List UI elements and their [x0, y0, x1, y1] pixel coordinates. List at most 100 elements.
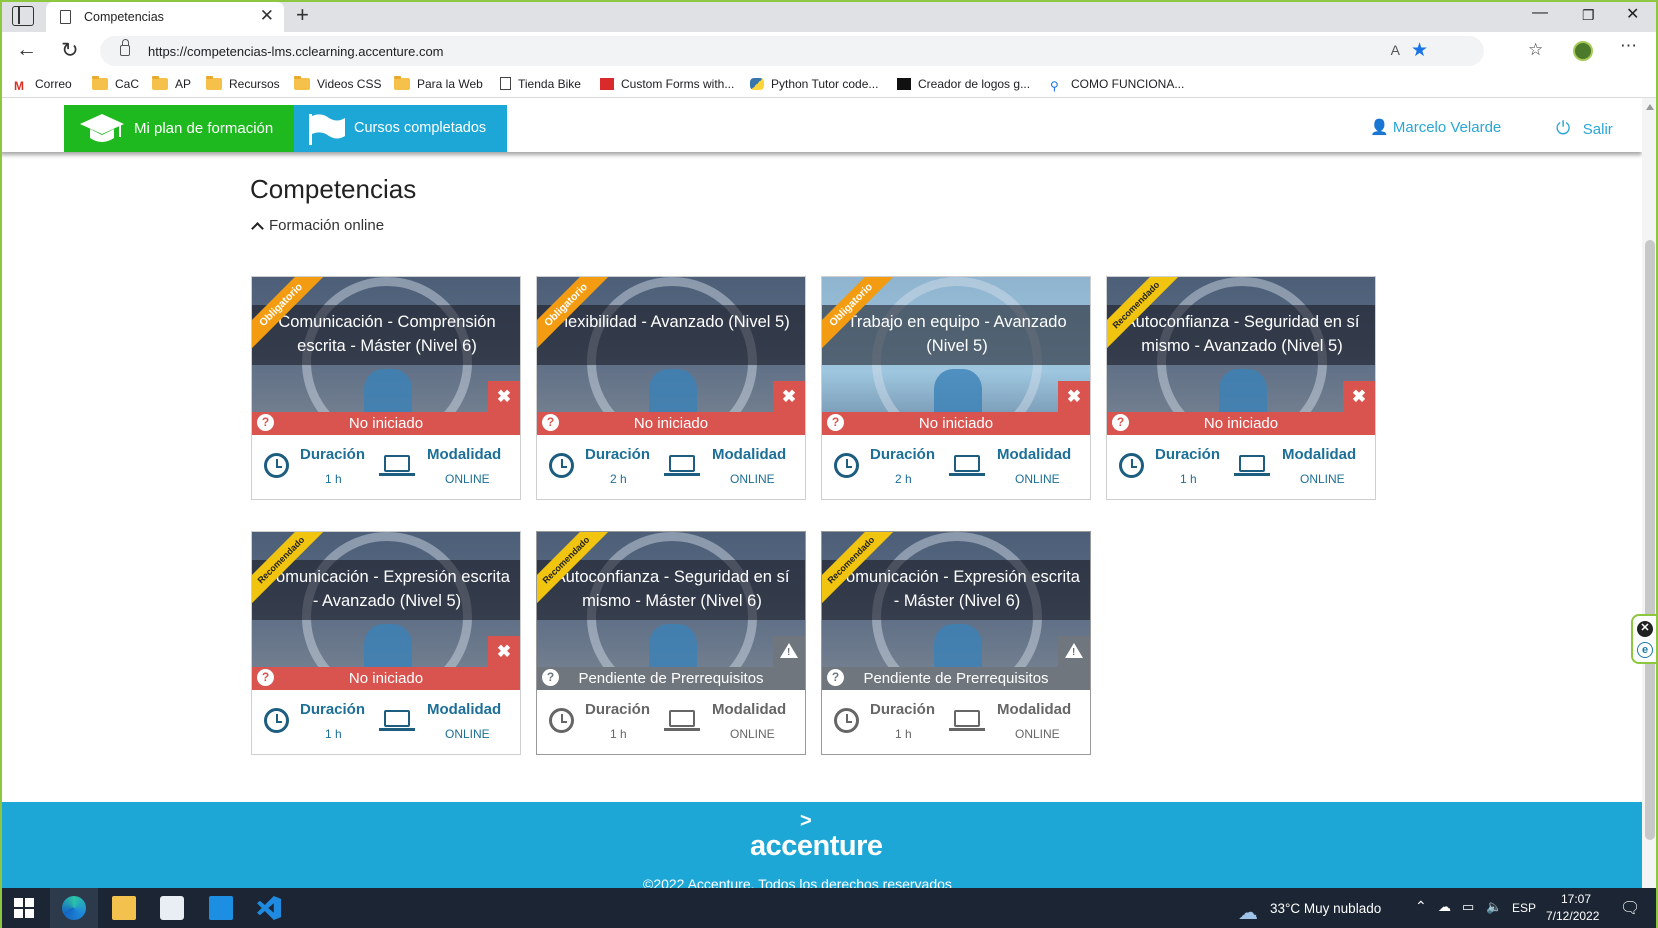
bookmark-videos-css[interactable]: Videos CSS: [294, 76, 381, 91]
windows-start-icon[interactable]: [12, 896, 36, 920]
file-explorer-icon[interactable]: [112, 896, 136, 920]
help-question-icon[interactable]: ?: [257, 414, 274, 431]
bookmark-custom-forms[interactable]: Custom Forms with...: [600, 77, 734, 91]
help-question-icon[interactable]: ?: [542, 669, 559, 686]
bookmark-tienda-bike[interactable]: Tienda Bike: [500, 77, 581, 91]
course-image[interactable]: Flexibilidad - Avanzado (Nivel 5) Obligat…: [537, 277, 805, 435]
help-question-icon[interactable]: ?: [542, 414, 559, 431]
favorite-star-icon[interactable]: ★: [1411, 39, 1428, 62]
back-icon[interactable]: ←: [16, 38, 37, 62]
help-question-icon[interactable]: ?: [827, 414, 844, 431]
clock-date[interactable]: 7/12/2022: [1546, 909, 1599, 923]
modality-label: Modalidad: [712, 701, 787, 718]
course-title[interactable]: Comunicación - Expresión escrita - Máste…: [832, 565, 1082, 613]
mail-icon[interactable]: [209, 896, 233, 920]
course-card[interactable]: Comunicación - Expresión escrita - Avanz…: [251, 531, 521, 755]
course-title[interactable]: Comunicación - Expresión escrita - Avanz…: [262, 565, 512, 613]
page-scrollbar[interactable]: [1642, 98, 1658, 888]
remove-course-button[interactable]: ✖: [1343, 381, 1375, 412]
bookmark-python-tutor[interactable]: Python Tutor code...: [750, 77, 878, 91]
scroll-thumb[interactable]: [1645, 240, 1655, 840]
notifications-icon[interactable]: 🗨: [1620, 898, 1640, 918]
window-close-icon[interactable]: ✕: [1626, 4, 1639, 24]
remove-course-button[interactable]: ✖: [488, 636, 520, 667]
tab-actions-icon[interactable]: [12, 6, 34, 26]
volume-icon[interactable]: 🔈: [1486, 899, 1502, 915]
warning-icon[interactable]: [1058, 636, 1090, 667]
profile-avatar[interactable]: [1573, 41, 1593, 61]
warning-icon[interactable]: [773, 636, 805, 667]
help-question-icon[interactable]: ?: [827, 669, 844, 686]
nav-mi-plan[interactable]: Mi plan de formación: [64, 105, 294, 152]
bookmark-ap[interactable]: AP: [152, 76, 191, 91]
lock-icon[interactable]: [120, 39, 130, 56]
taskbar-edge-active[interactable]: [50, 888, 98, 928]
bookmark-recursos[interactable]: Recursos: [206, 76, 280, 91]
laptop-icon: [949, 455, 985, 476]
browser-tab[interactable]: Competencias ✕: [46, 2, 284, 32]
clock-time[interactable]: 17:07: [1561, 892, 1591, 906]
course-card[interactable]: Comunicación - Comprensión escrita - Más…: [251, 276, 521, 500]
course-title[interactable]: Trabajo en equipo - Avanzado (Nivel 5): [832, 310, 1082, 358]
section-toggle[interactable]: Formación online: [250, 217, 384, 235]
course-image[interactable]: Trabajo en equipo - Avanzado (Nivel 5) Ob…: [822, 277, 1090, 435]
bookmark-cac[interactable]: CaC: [92, 76, 139, 91]
bookmark-para-la-web[interactable]: Para la Web: [394, 76, 483, 91]
nav-cursos-completados[interactable]: Cursos completados: [294, 105, 507, 152]
url-bar[interactable]: https://competencias-lms.cclearning.acce…: [100, 36, 1484, 66]
course-title[interactable]: Autoconfianza - Seguridad en sí mismo - …: [547, 565, 797, 613]
url-text[interactable]: https://competencias-lms.cclearning.acce…: [148, 44, 444, 59]
remove-course-button[interactable]: ✖: [773, 381, 805, 412]
remove-course-button[interactable]: ✖: [1058, 381, 1090, 412]
help-question-icon[interactable]: ?: [1112, 414, 1129, 431]
course-image[interactable]: Comunicación - Comprensión escrita - Más…: [252, 277, 520, 435]
course-image[interactable]: Comunicación - Expresión escrita - Máste…: [822, 532, 1090, 690]
vscode-icon[interactable]: [257, 896, 281, 920]
course-card[interactable]: Autoconfianza - Seguridad en sí mismo - …: [1106, 276, 1376, 500]
edge-e-icon[interactable]: e: [1637, 642, 1653, 658]
course-image[interactable]: Autoconfianza - Seguridad en sí mismo - …: [1107, 277, 1375, 435]
weather-cloud-icon[interactable]: ☁: [1238, 900, 1258, 925]
user-name: Marcelo Velarde: [1392, 119, 1502, 136]
restore-icon[interactable]: ❐: [1582, 7, 1595, 24]
network-icon[interactable]: ▭: [1462, 899, 1474, 915]
tray-chevron-icon[interactable]: ⌃: [1415, 898, 1427, 915]
bookmark-creador-logos[interactable]: Creador de logos g...: [897, 77, 1030, 91]
user-menu[interactable]: 👤 Marcelo Velarde: [1370, 118, 1501, 136]
user-icon: 👤: [1370, 119, 1389, 136]
more-menu-icon[interactable]: ⋯: [1620, 36, 1637, 56]
new-tab-icon[interactable]: +: [296, 2, 309, 28]
close-tab-icon[interactable]: ✕: [260, 6, 274, 26]
help-question-icon[interactable]: ?: [257, 669, 274, 686]
remove-course-button[interactable]: ✖: [488, 381, 520, 412]
laptop-icon: [379, 455, 415, 476]
course-image[interactable]: Comunicación - Expresión escrita - Avanz…: [252, 532, 520, 690]
store-icon[interactable]: [160, 896, 184, 920]
close-circle-icon[interactable]: ✕: [1637, 621, 1653, 637]
minimize-icon[interactable]: —: [1532, 4, 1548, 22]
logout-button[interactable]: ⏻ Salir: [1556, 118, 1613, 139]
bookmark-correo[interactable]: M Correo: [14, 77, 72, 93]
input-language[interactable]: ESP: [1512, 901, 1536, 915]
course-details: Duración 1 h Modalidad ONLINE: [537, 690, 805, 754]
course-card[interactable]: Comunicación - Expresión escrita - Máste…: [821, 531, 1091, 755]
onedrive-icon[interactable]: ☁: [1438, 899, 1451, 915]
course-status: No iniciado: [1107, 412, 1375, 435]
nav-plan-label: Mi plan de formación: [134, 120, 274, 137]
course-card[interactable]: Trabajo en equipo - Avanzado (Nivel 5) Ob…: [821, 276, 1091, 500]
favorites-icon[interactable]: ☆: [1528, 40, 1543, 60]
refresh-icon[interactable]: ↻: [61, 38, 79, 63]
course-title[interactable]: Comunicación - Comprensión escrita - Más…: [262, 310, 512, 358]
course-details: Duración 1 h Modalidad ONLINE: [252, 690, 520, 754]
course-title[interactable]: Flexibilidad - Avanzado (Nivel 5): [547, 310, 797, 334]
page-title: Competencias: [250, 174, 417, 204]
read-aloud-icon[interactable]: A: [1391, 42, 1400, 58]
scroll-up-icon[interactable]: [1646, 104, 1654, 110]
bookmark-como-funciona[interactable]: ⚲ COMO FUNCIONA...: [1050, 77, 1184, 93]
extension-side-widget[interactable]: ✕ e: [1631, 614, 1658, 664]
course-title[interactable]: Autoconfianza - Seguridad en sí mismo - …: [1117, 310, 1367, 358]
course-image[interactable]: Autoconfianza - Seguridad en sí mismo - …: [537, 532, 805, 690]
weather-text[interactable]: 33°C Muy nublado: [1270, 901, 1381, 916]
course-card[interactable]: Autoconfianza - Seguridad en sí mismo - …: [536, 531, 806, 755]
course-card[interactable]: Flexibilidad - Avanzado (Nivel 5) Obligat…: [536, 276, 806, 500]
